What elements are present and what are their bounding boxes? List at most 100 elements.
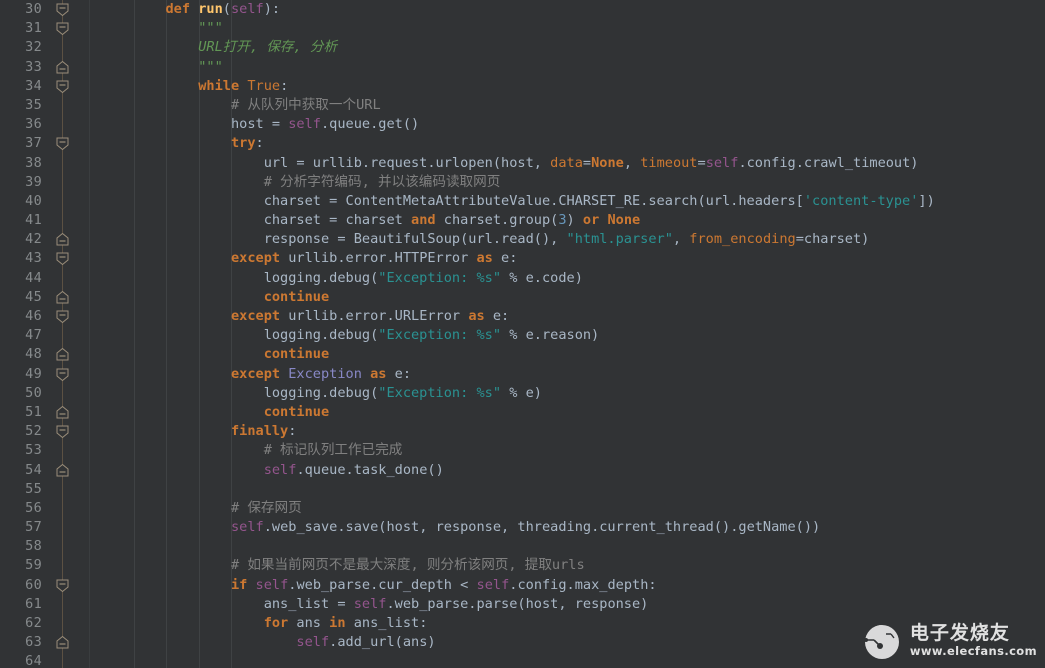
gutter-line: 57 <box>0 518 89 537</box>
fold-end-icon[interactable] <box>55 290 70 305</box>
gutter-line: 48 <box>0 345 89 364</box>
line-number: 49 <box>25 365 42 382</box>
code-line: # 如果当前网页不是最大深度, 则分析该网页, 提取urls <box>100 556 1045 575</box>
code-token: except <box>230 250 281 267</box>
line-number: 56 <box>25 499 42 516</box>
code-token: e: <box>386 365 412 382</box>
code-token: as <box>468 308 485 324</box>
code-editor[interactable]: 30 31 32 33 34 35 36 37 38 39 40 41 42 43 44 45 46 47 48 49… <box>0 0 1045 668</box>
gutter-line: 50 <box>0 384 89 403</box>
code-token: charset) <box>803 231 870 248</box>
code-token: ans_list = <box>263 595 354 612</box>
code-token: .config.crawl_timeout) <box>738 154 919 171</box>
code-token: e: <box>492 250 518 267</box>
gutter-line: 52 <box>0 422 89 441</box>
code-token: logging.debug( <box>263 269 379 286</box>
code-line: """ <box>100 19 1045 38</box>
code-token: self <box>230 519 264 536</box>
line-number: 64 <box>25 653 42 668</box>
code-token: # 分析字符编码, 并以该编码读取网页 <box>263 173 501 190</box>
gutter-line: 41 <box>0 211 89 230</box>
fold-collapse-icon[interactable] <box>55 21 70 36</box>
code-token: Exception <box>288 365 362 382</box>
code-token: % e.reason) <box>501 327 600 344</box>
editor-gutter[interactable]: 30 31 32 33 34 35 36 37 38 39 40 41 42 43 44 45 46 47 48 49… <box>0 0 90 668</box>
fold-end-icon[interactable] <box>55 232 70 247</box>
code-token: None <box>591 154 624 171</box>
fold-collapse-icon[interactable] <box>55 367 70 382</box>
gutter-line: 55 <box>0 480 89 499</box>
fold-collapse-icon[interactable] <box>55 424 70 439</box>
code-token: continue <box>263 346 330 363</box>
line-number: 41 <box>25 212 42 229</box>
fold-end-icon[interactable] <box>55 463 70 478</box>
line-number: 33 <box>25 58 42 75</box>
code-token: .add_url(ans) <box>329 634 436 651</box>
fold-collapse-icon[interactable] <box>55 79 70 94</box>
code-line: self.web_save.save(host, response, threa… <box>100 518 1045 537</box>
code-token: "Exception: %s" <box>378 384 502 401</box>
code-token: self <box>255 576 289 593</box>
code-token: host = <box>230 116 289 133</box>
code-token: = <box>697 154 706 171</box>
gutter-line: 44 <box>0 269 89 288</box>
code-line: except urllib.error.URLError as e: <box>100 307 1045 326</box>
code-content-area[interactable]: def run(self): """ URL打开, 保存, 分析 """ whi… <box>90 0 1045 668</box>
fold-end-icon[interactable] <box>55 60 70 75</box>
code-token: : <box>255 135 264 152</box>
gutter-line: 43 <box>0 249 89 268</box>
watermark-text: 电子发烧友 www.elecfans.com <box>910 622 1037 658</box>
code-line: logging.debug("Exception: %s" % e) <box>100 384 1045 403</box>
gutter-line: 45 <box>0 288 89 307</box>
code-line: # 标记队列工作已完成 <box>100 441 1045 460</box>
gutter-line: 62 <box>0 614 89 633</box>
line-number: 58 <box>25 538 42 555</box>
code-token: , <box>623 154 641 171</box>
code-line: while True: <box>100 77 1045 96</box>
code-token: url = urllib.request.urlopen(host, <box>263 154 551 171</box>
gutter-line: 39 <box>0 173 89 192</box>
fold-collapse-icon[interactable] <box>55 309 70 324</box>
code-line: host = self.queue.get() <box>100 115 1045 134</box>
code-line: self.queue.task_done() <box>100 461 1045 480</box>
code-token: data <box>550 154 583 171</box>
code-token: "html.parser" <box>566 231 673 248</box>
code-token: = <box>582 154 592 171</box>
line-number: 61 <box>25 595 42 612</box>
code-token: or <box>582 212 600 229</box>
fold-end-icon[interactable] <box>55 405 70 420</box>
code-token: logging.debug( <box>263 384 379 401</box>
code-token: finally <box>230 423 289 440</box>
gutter-line: 46 <box>0 307 89 326</box>
line-number: 52 <box>25 423 42 440</box>
code-token: e: <box>484 308 510 324</box>
fold-collapse-icon[interactable] <box>55 2 70 17</box>
code-token: ans <box>288 615 330 631</box>
fold-end-icon[interactable] <box>55 347 70 362</box>
fold-end-icon[interactable] <box>55 635 70 650</box>
fold-collapse-icon[interactable] <box>55 251 70 266</box>
code-token: except <box>230 365 281 382</box>
code-lines: def run(self): """ URL打开, 保存, 分析 """ whi… <box>100 0 1045 668</box>
code-line: URL打开, 保存, 分析 <box>100 38 1045 57</box>
fold-collapse-icon[interactable] <box>55 136 70 151</box>
fold-collapse-icon[interactable] <box>55 578 70 593</box>
